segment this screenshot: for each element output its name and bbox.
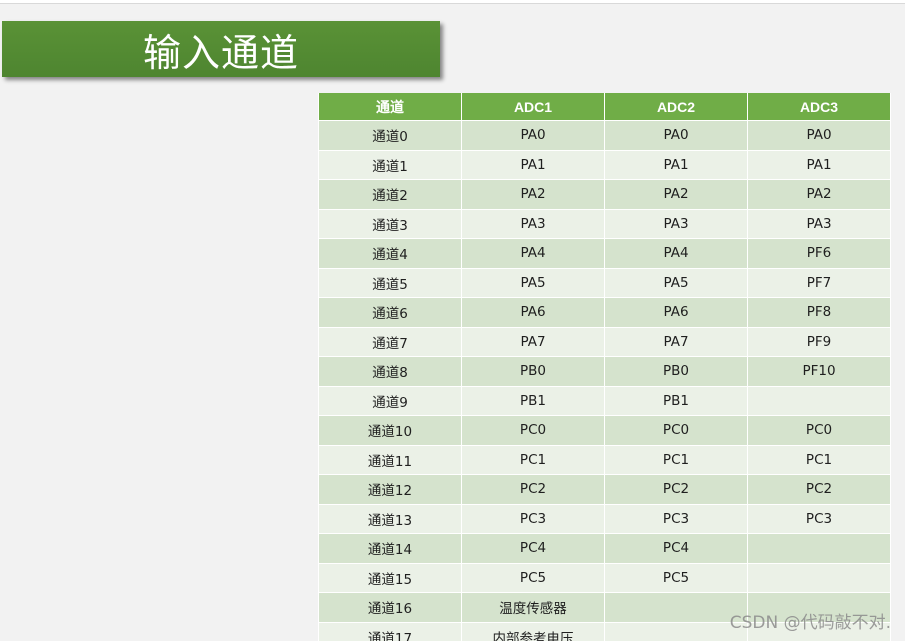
cell-adc3: [747, 386, 891, 416]
cell-adc2: PC2: [604, 474, 748, 505]
cell-channel: 通道2: [318, 179, 462, 210]
cell-channel: 通道12: [318, 474, 462, 505]
table-row: 通道10 PC0 PC0 PC0: [318, 415, 891, 446]
cell-adc2: PB0: [604, 356, 748, 387]
page-title: 输入通道: [2, 21, 440, 77]
cell-adc1: PC0: [461, 415, 605, 446]
cell-adc2: PA1: [604, 150, 748, 180]
table-row: 通道5 PA5 PA5 PF7: [318, 268, 891, 298]
table-row: 通道8 PB0 PB0 PF10: [318, 356, 891, 387]
cell-adc1: PC1: [461, 445, 605, 475]
cell-adc2: PC4: [604, 533, 748, 564]
cell-adc1: PB1: [461, 386, 605, 416]
cell-adc2: PB1: [604, 386, 748, 416]
cell-adc2: PC0: [604, 415, 748, 446]
cell-adc2: PA6: [604, 297, 748, 328]
table-row: 通道9 PB1 PB1: [318, 386, 891, 416]
cell-adc2: [604, 622, 748, 641]
cell-adc3: [747, 533, 891, 564]
table-row: 通道15 PC5 PC5: [318, 563, 891, 593]
table-body: 通道0 PA0 PA0 PA0 通道1 PA1 PA1 PA1 通道2 PA2 PA2 PA2 通道3 P…: [318, 120, 891, 641]
cell-channel: 通道15: [318, 563, 462, 593]
cell-channel: 通道7: [318, 327, 462, 357]
table-row: 通道4 PA4 PA4 PF6: [318, 238, 891, 269]
cell-channel: 通道5: [318, 268, 462, 298]
cell-channel: 通道4: [318, 238, 462, 269]
cell-adc3: PF7: [747, 268, 891, 298]
cell-adc3: PF6: [747, 238, 891, 269]
cell-adc2: PA4: [604, 238, 748, 269]
table-row: 通道1 PA1 PA1 PA1: [318, 150, 891, 180]
cell-adc1: PA3: [461, 209, 605, 239]
table-header-row: 通道 ADC1 ADC2 ADC3: [318, 93, 891, 121]
cell-adc2: [604, 592, 748, 623]
cell-adc3: PA3: [747, 209, 891, 239]
cell-adc1: PC4: [461, 533, 605, 564]
cell-adc2: PA7: [604, 327, 748, 357]
watermark: CSDN @代码敲不对.: [729, 613, 891, 633]
table-row: 通道6 PA6 PA6 PF8: [318, 297, 891, 328]
cell-adc2: PA3: [604, 209, 748, 239]
header-channel: 通道: [318, 93, 462, 121]
cell-adc3: PF10: [747, 356, 891, 387]
cell-adc1: PA4: [461, 238, 605, 269]
cell-adc3: PA2: [747, 179, 891, 210]
cell-channel: 通道9: [318, 386, 462, 416]
cell-adc1: 温度传感器: [461, 592, 605, 623]
cell-adc3: [747, 563, 891, 593]
cell-adc1: PA7: [461, 327, 605, 357]
cell-adc1: PA5: [461, 268, 605, 298]
cell-adc2: PA5: [604, 268, 748, 298]
cell-channel: 通道8: [318, 356, 462, 387]
cell-adc1: PA2: [461, 179, 605, 210]
cell-adc1: PC2: [461, 474, 605, 505]
table-row: 通道11 PC1 PC1 PC1: [318, 445, 891, 475]
cell-channel: 通道1: [318, 150, 462, 180]
cell-adc1: PB0: [461, 356, 605, 387]
cell-adc3: PC1: [747, 445, 891, 475]
cell-adc2: PC1: [604, 445, 748, 475]
cell-adc2: PA0: [604, 120, 748, 151]
cell-adc1: 内部参考电压: [461, 622, 605, 641]
channel-table: 通道 ADC1 ADC2 ADC3 通道0 PA0 PA0 PA0 通道1 PA1 PA1 P…: [318, 93, 891, 641]
cell-adc3: PA1: [747, 150, 891, 180]
cell-channel: 通道3: [318, 209, 462, 239]
channel-table-container: 通道 ADC1 ADC2 ADC3 通道0 PA0 PA0 PA0 通道1 PA1 PA1 P…: [318, 93, 891, 641]
cell-adc1: PA0: [461, 120, 605, 151]
cell-channel: 通道14: [318, 533, 462, 564]
cell-adc3: PF8: [747, 297, 891, 328]
table-row: 通道12 PC2 PC2 PC2: [318, 474, 891, 505]
header-adc3: ADC3: [747, 93, 891, 121]
cell-adc3: PA0: [747, 120, 891, 151]
header-adc1: ADC1: [461, 93, 605, 121]
cell-adc3: PC0: [747, 415, 891, 446]
table-row: 通道13 PC3 PC3 PC3: [318, 504, 891, 534]
cell-adc1: PC5: [461, 563, 605, 593]
cell-adc2: PA2: [604, 179, 748, 210]
cell-channel: 通道13: [318, 504, 462, 534]
cell-channel: 通道6: [318, 297, 462, 328]
cell-channel: 通道16: [318, 592, 462, 623]
cell-channel: 通道0: [318, 120, 462, 151]
table-row: 通道0 PA0 PA0 PA0: [318, 120, 891, 151]
table-row: 通道3 PA3 PA3 PA3: [318, 209, 891, 239]
table-row: 通道2 PA2 PA2 PA2: [318, 179, 891, 210]
table-row: 通道14 PC4 PC4: [318, 533, 891, 564]
cell-channel: 通道17: [318, 622, 462, 641]
cell-adc1: PA6: [461, 297, 605, 328]
table-row: 通道7 PA7 PA7 PF9: [318, 327, 891, 357]
cell-adc3: PC3: [747, 504, 891, 534]
cell-adc1: PA1: [461, 150, 605, 180]
header-adc2: ADC2: [604, 93, 748, 121]
cell-adc2: PC5: [604, 563, 748, 593]
cell-adc3: PC2: [747, 474, 891, 505]
cell-channel: 通道10: [318, 415, 462, 446]
top-border: [0, 0, 905, 4]
cell-channel: 通道11: [318, 445, 462, 475]
cell-adc3: PF9: [747, 327, 891, 357]
cell-adc2: PC3: [604, 504, 748, 534]
cell-adc1: PC3: [461, 504, 605, 534]
